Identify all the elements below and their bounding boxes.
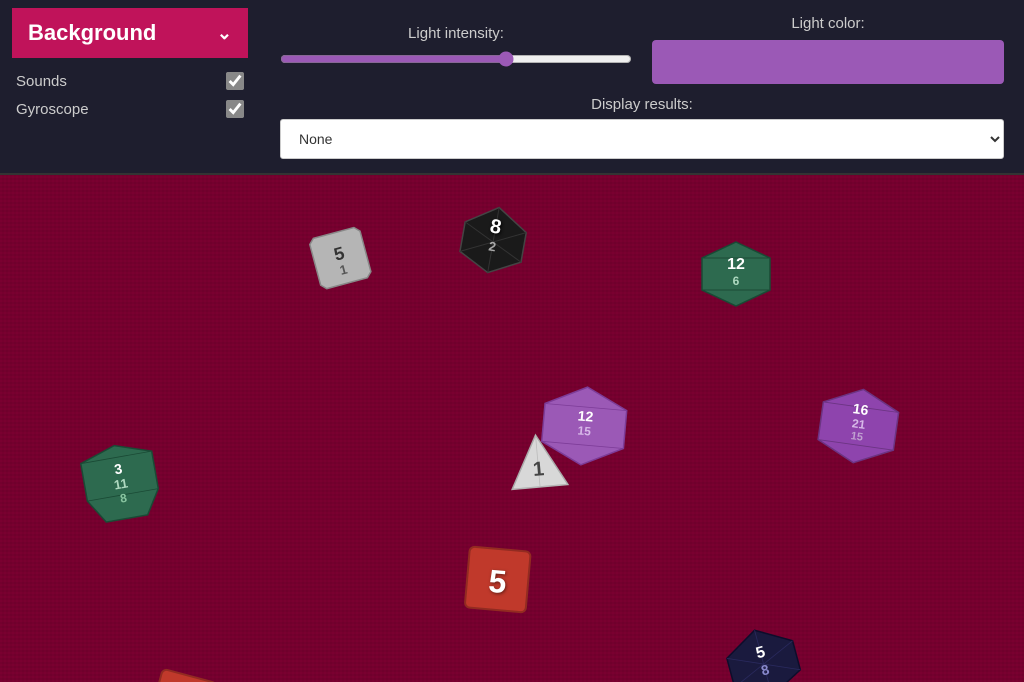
die-black-d8[interactable]: 8 2 [454, 200, 532, 285]
die-white-d4-center[interactable]: 1 [505, 431, 570, 497]
display-results-select[interactable]: None Sum Individual [280, 119, 1004, 159]
sounds-row: Sounds [12, 72, 248, 90]
control-bar: Background ⌄ Sounds Gyroscope Light inte… [0, 0, 1024, 175]
dice-scene[interactable]: 5 1 8 2 12 6 [0, 175, 1024, 682]
light-intensity-group: Light intensity: [280, 25, 652, 73]
die-red-d6-bottom-left[interactable]: 5 [145, 666, 220, 682]
die-gray-cube[interactable]: 5 1 [302, 220, 379, 301]
sounds-checkbox[interactable] [226, 72, 244, 90]
controls-section: Light intensity: Light color: Display re… [260, 5, 1024, 169]
die-red-d6-center-bottom[interactable]: 5 [462, 544, 533, 619]
light-color-group: Light color: [652, 15, 1004, 84]
background-dropdown-button[interactable]: Background ⌄ [12, 8, 248, 58]
light-color-label: Light color: [791, 15, 864, 32]
chevron-down-icon: ⌄ [217, 23, 232, 44]
light-intensity-slider[interactable] [280, 50, 632, 68]
display-results-label: Display results: [591, 96, 693, 113]
die-dark-d8-bottom-right[interactable]: 5 8 [719, 619, 808, 682]
display-results-group: Display results: None Sum Individual [280, 96, 1004, 159]
gyroscope-checkbox[interactable] [226, 100, 244, 118]
background-label: Background [28, 20, 156, 46]
die-purple-d20-right[interactable]: 16 21 15 [813, 382, 904, 475]
background-section: Background ⌄ Sounds Gyroscope [0, 0, 260, 173]
light-intensity-label: Light intensity: [408, 25, 504, 42]
die-green-d12-left[interactable]: 3 11 8 [75, 437, 166, 532]
top-controls: Light intensity: Light color: [280, 15, 1004, 84]
gyroscope-label: Gyroscope [16, 101, 89, 118]
light-color-swatch[interactable] [652, 40, 1004, 84]
gyroscope-row: Gyroscope [12, 100, 248, 118]
die-green-d20-top-right[interactable]: 12 6 [700, 240, 772, 313]
light-intensity-slider-container [280, 50, 632, 73]
sounds-label: Sounds [16, 73, 67, 90]
